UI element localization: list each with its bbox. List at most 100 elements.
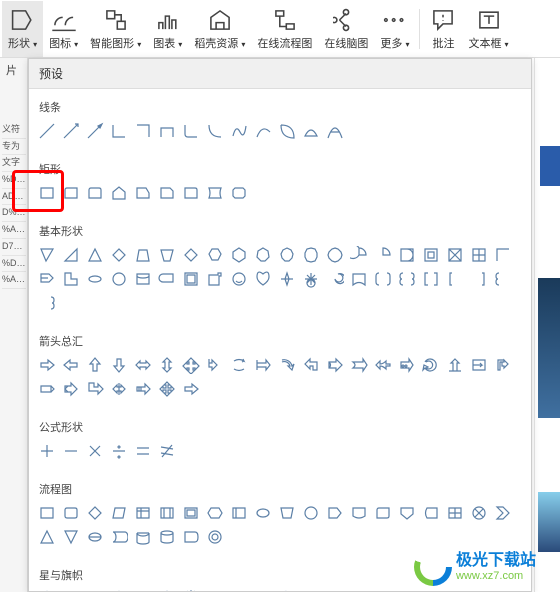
toolbar-mindmap-button[interactable]: 在线脑图 xyxy=(318,1,374,57)
shape-arrows-13[interactable] xyxy=(349,355,369,375)
shape-lines-6[interactable] xyxy=(181,121,201,141)
shape-arrows-25[interactable] xyxy=(157,379,177,399)
shape-basic-25[interactable] xyxy=(157,269,177,289)
shape-flow-10[interactable] xyxy=(277,503,297,523)
shape-arrows-0[interactable] xyxy=(37,355,57,375)
shape-arrows-15[interactable] xyxy=(397,355,417,375)
shape-arrows-17[interactable] xyxy=(445,355,465,375)
shape-basic-34[interactable] xyxy=(373,269,393,289)
shape-basic-37[interactable] xyxy=(445,269,465,289)
shape-arrows-20[interactable] xyxy=(37,379,57,399)
shape-arrows-26[interactable] xyxy=(181,379,201,399)
shape-formula-1[interactable] xyxy=(61,441,81,461)
shape-basic-20[interactable] xyxy=(37,269,57,289)
shape-basic-17[interactable] xyxy=(445,245,465,265)
shape-formula-0[interactable] xyxy=(37,441,57,461)
shape-basic-27[interactable] xyxy=(205,269,225,289)
shape-arrows-6[interactable] xyxy=(181,355,201,375)
shape-basic-26[interactable] xyxy=(181,269,201,289)
shape-arrows-14[interactable] xyxy=(373,355,393,375)
shape-rect-3[interactable] xyxy=(109,183,129,203)
shape-rect-5[interactable] xyxy=(157,183,177,203)
shape-flow-23[interactable] xyxy=(109,527,129,547)
shape-basic-40[interactable] xyxy=(37,293,57,313)
shape-flow-11[interactable] xyxy=(301,503,321,523)
shape-basic-1[interactable] xyxy=(61,245,81,265)
shape-basic-31[interactable] xyxy=(301,269,321,289)
shape-basic-22[interactable] xyxy=(85,269,105,289)
shape-basic-14[interactable] xyxy=(373,245,393,265)
shape-flow-25[interactable] xyxy=(157,527,177,547)
toolbar-resource-button[interactable]: 稻壳资源 ▾ xyxy=(188,1,251,57)
shape-flow-21[interactable] xyxy=(61,527,81,547)
shape-flow-4[interactable] xyxy=(133,503,153,523)
shape-basic-4[interactable] xyxy=(133,245,153,265)
shape-arrows-10[interactable] xyxy=(277,355,297,375)
shape-arrows-12[interactable] xyxy=(325,355,345,375)
shape-formula-4[interactable] xyxy=(133,441,153,461)
toolbar-smart-button[interactable]: 智能图形 ▾ xyxy=(84,1,147,57)
shape-lines-2[interactable] xyxy=(85,121,105,141)
shape-basic-9[interactable] xyxy=(253,245,273,265)
shape-flow-24[interactable] xyxy=(133,527,153,547)
shape-flow-16[interactable] xyxy=(421,503,441,523)
shape-lines-8[interactable] xyxy=(229,121,249,141)
shape-arrows-8[interactable] xyxy=(229,355,249,375)
shape-basic-23[interactable] xyxy=(109,269,129,289)
shape-basic-10[interactable] xyxy=(277,245,297,265)
shape-flow-18[interactable] xyxy=(469,503,489,523)
toolbar-chart-button[interactable]: 图表 ▾ xyxy=(147,1,188,57)
shape-arrows-16[interactable] xyxy=(421,355,441,375)
toolbar-textbox-button[interactable]: 文本框 ▾ xyxy=(462,1,514,57)
toolbar-annotate-button[interactable]: 批注 xyxy=(424,1,462,57)
shape-arrows-22[interactable] xyxy=(85,379,105,399)
toolbar-shape-button[interactable]: 形状 ▾ xyxy=(2,1,43,57)
shape-flow-22[interactable] xyxy=(85,527,105,547)
shape-lines-9[interactable] xyxy=(253,121,273,141)
shape-arrows-5[interactable] xyxy=(157,355,177,375)
shape-flow-1[interactable] xyxy=(61,503,81,523)
shape-lines-1[interactable] xyxy=(61,121,81,141)
shape-basic-16[interactable] xyxy=(421,245,441,265)
shape-basic-28[interactable] xyxy=(229,269,249,289)
shape-arrows-19[interactable] xyxy=(493,355,513,375)
shape-flow-6[interactable] xyxy=(181,503,201,523)
shape-basic-36[interactable] xyxy=(421,269,441,289)
shape-arrows-7[interactable] xyxy=(205,355,225,375)
shape-basic-32[interactable] xyxy=(325,269,345,289)
shape-arrows-23[interactable] xyxy=(109,379,129,399)
shape-basic-8[interactable] xyxy=(229,245,249,265)
shape-lines-10[interactable] xyxy=(277,121,297,141)
shape-basic-30[interactable] xyxy=(277,269,297,289)
shape-rect-0[interactable] xyxy=(37,183,57,203)
shape-arrows-24[interactable] xyxy=(133,379,153,399)
shape-flow-5[interactable] xyxy=(157,503,177,523)
shape-rect-4[interactable] xyxy=(133,183,153,203)
shape-basic-38[interactable] xyxy=(469,269,489,289)
shape-basic-19[interactable] xyxy=(493,245,513,265)
shape-lines-3[interactable] xyxy=(109,121,129,141)
shape-basic-6[interactable] xyxy=(181,245,201,265)
sidebar-tab[interactable]: 片 xyxy=(0,58,27,82)
shape-lines-11[interactable] xyxy=(301,121,321,141)
shape-basic-0[interactable] xyxy=(37,245,57,265)
shape-basic-29[interactable] xyxy=(253,269,273,289)
shape-flow-7[interactable] xyxy=(205,503,225,523)
shape-basic-24[interactable] xyxy=(133,269,153,289)
shape-basic-2[interactable] xyxy=(85,245,105,265)
shape-basic-7[interactable] xyxy=(205,245,225,265)
shape-basic-11[interactable] xyxy=(301,245,321,265)
shape-formula-3[interactable] xyxy=(109,441,129,461)
toolbar-more-button[interactable]: 更多 ▾ xyxy=(374,1,415,57)
shape-rect-8[interactable] xyxy=(229,183,249,203)
shape-flow-8[interactable] xyxy=(229,503,249,523)
toolbar-icon-button[interactable]: 图标 ▾ xyxy=(43,1,84,57)
shape-basic-13[interactable] xyxy=(349,245,369,265)
shape-rect-6[interactable] xyxy=(181,183,201,203)
shape-lines-7[interactable] xyxy=(205,121,225,141)
shape-flow-9[interactable] xyxy=(253,503,273,523)
shape-basic-39[interactable] xyxy=(493,269,513,289)
shape-flow-20[interactable] xyxy=(37,527,57,547)
shape-flow-26[interactable] xyxy=(181,527,201,547)
shape-flow-0[interactable] xyxy=(37,503,57,523)
